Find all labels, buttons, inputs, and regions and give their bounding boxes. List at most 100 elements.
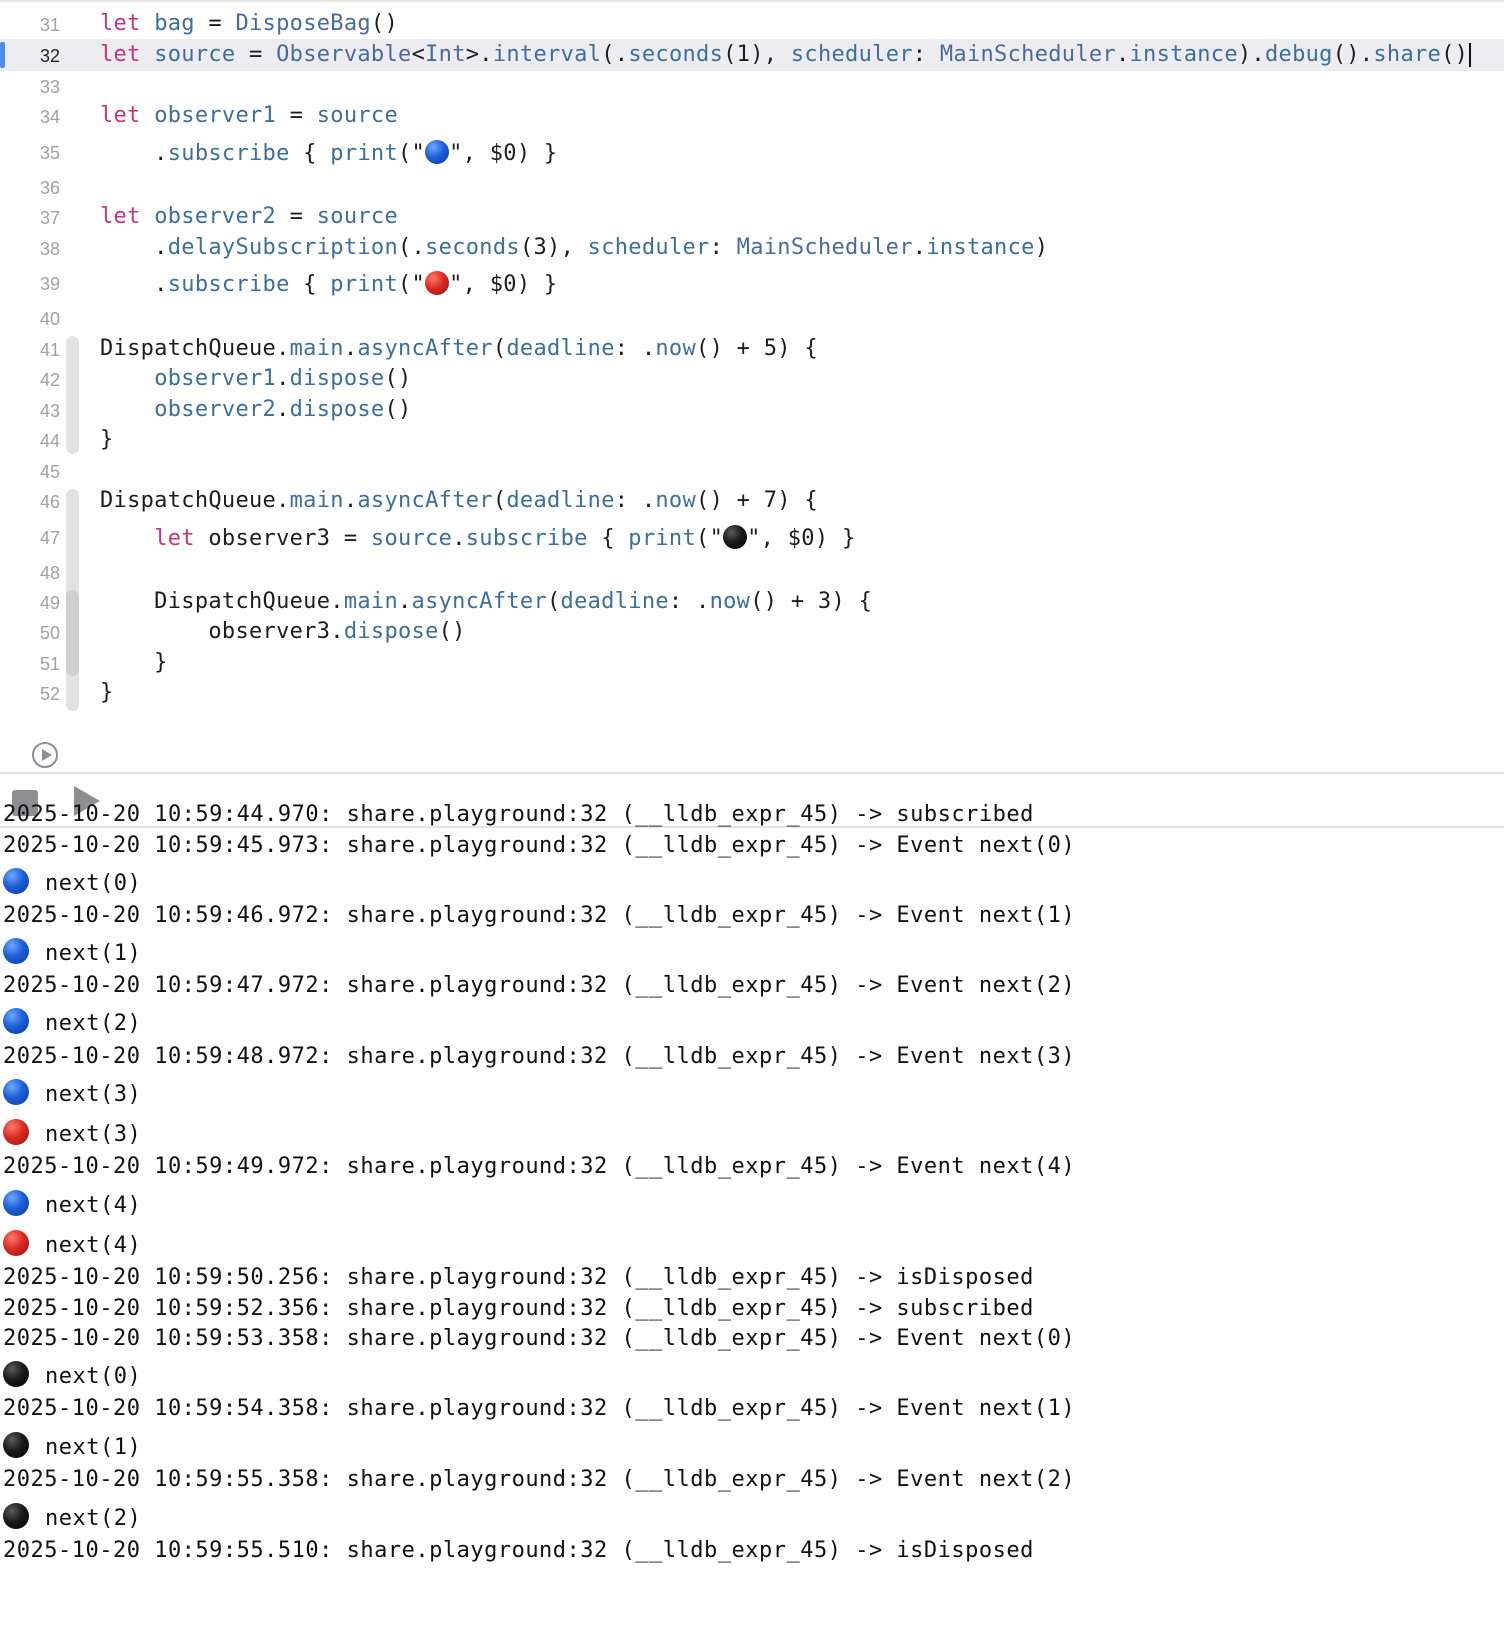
code-line-48[interactable]: 48 <box>0 556 1504 588</box>
code-token: (. <box>601 42 629 67</box>
code-text: .subscribe { print(" ", $0) } <box>100 271 557 297</box>
code-line-47[interactable]: 47 let observer3 = source.subscribe { pr… <box>0 521 1504 553</box>
code-token: (. <box>398 235 426 260</box>
code-line-38[interactable]: 38 .delaySubscription(.seconds(3), sched… <box>0 232 1504 264</box>
code-token: Observable <box>276 42 412 67</box>
code-token: . <box>912 235 927 260</box>
console-line: 2025-10-20 10:59:45.973: share.playgroun… <box>3 833 1075 858</box>
console-text: next(1) <box>45 941 142 966</box>
code-token: ( <box>492 336 507 361</box>
code-text: let source = Observable<Int>.interval(.s… <box>100 42 1472 67</box>
code-token: scheduler <box>790 42 913 67</box>
code-token: subscribe <box>167 141 290 166</box>
console-line: next(1) <box>3 1432 141 1460</box>
code-fold-ribbon[interactable] <box>66 590 79 676</box>
console-text: next(3) <box>45 1082 142 1107</box>
console-text: 2025-10-20 10:59:45.973: share.playgroun… <box>3 833 1076 858</box>
code-token: { <box>289 141 331 166</box>
console-line: next(2) <box>3 1008 141 1036</box>
code-token: share <box>1373 42 1442 67</box>
code-token: source <box>370 526 453 551</box>
console-line: 2025-10-20 10:59:53.358: share.playgroun… <box>3 1326 1075 1351</box>
code-token: ", $0) } <box>449 141 558 166</box>
code-line-45[interactable]: 45 <box>0 455 1504 487</box>
code-line-52[interactable]: 52} <box>0 677 1504 709</box>
code-token: main <box>289 488 344 513</box>
code-line-36[interactable]: 36 <box>0 171 1504 203</box>
code-token: deadline <box>506 336 615 361</box>
code-line-35[interactable]: 35 .subscribe { print(" ", $0) } <box>0 136 1504 168</box>
code-text: DispatchQueue.main.asyncAfter(deadline: … <box>100 337 818 361</box>
code-text: } <box>100 651 168 675</box>
code-line-41[interactable]: 41 DispatchQueue.main.asyncAfter(deadline… <box>0 333 1504 365</box>
line-number: 50 <box>39 623 60 643</box>
code-token: = <box>276 103 317 128</box>
code-text: let observer1 = source <box>100 104 398 128</box>
code-token: DispatchQueue. <box>100 488 290 513</box>
code-token: . <box>100 272 168 297</box>
code-token: () + 3) { <box>750 589 873 614</box>
code-token: (3), <box>519 235 588 260</box>
line-number: 47 <box>39 528 60 548</box>
code-token: ( <box>492 488 507 513</box>
code-text: observer2.dispose() <box>100 398 412 422</box>
code-line-31[interactable]: 31 let bag = DisposeBag() <box>0 8 1504 40</box>
console-text: 2025-10-20 10:59:53.358: share.playgroun… <box>3 1326 1076 1351</box>
code-line-33[interactable]: 33 <box>0 70 1504 102</box>
code-line-40[interactable]: 40 <box>0 302 1504 334</box>
run-to-line-icon[interactable] <box>32 742 58 768</box>
code-line-42[interactable]: 42 observer1.dispose() <box>0 363 1504 395</box>
code-line-32[interactable]: 32 let source = Observable<Int>.interval(… <box>0 39 1504 71</box>
console-line: 2025-10-20 10:59:52.356: share.playgroun… <box>3 1296 1034 1321</box>
code-token: (1), <box>723 42 791 67</box>
code-token: ). <box>1237 42 1265 67</box>
console-line: next(0) <box>3 868 141 896</box>
code-line-51[interactable]: 51 } <box>0 647 1504 679</box>
text-cursor <box>1469 43 1472 67</box>
blue-circle-emoji <box>3 1008 29 1034</box>
code-line-43[interactable]: 43 observer2.dispose() <box>0 394 1504 426</box>
code-editor[interactable]: 31 let bag = DisposeBag() 32 let source = O… <box>0 0 1504 772</box>
line-number: 45 <box>39 462 60 482</box>
code-token: deadline <box>560 589 669 614</box>
code-token: ", $0) } <box>449 272 558 297</box>
code-line-39[interactable]: 39 .subscribe { print(" ", $0) } <box>0 267 1504 299</box>
line-number: 39 <box>39 274 60 294</box>
line-number: 52 <box>39 684 60 704</box>
code-token: { <box>587 526 629 551</box>
code-line-37[interactable]: 37 let observer2 = source <box>0 201 1504 233</box>
line-number: 36 <box>39 178 60 198</box>
code-line-44[interactable]: 44} <box>0 424 1504 456</box>
code-token: let <box>100 11 155 36</box>
blue-circle-emoji <box>3 938 29 964</box>
console-text: next(3) <box>45 1122 142 1147</box>
code-token: observer1 <box>154 103 277 128</box>
console-text: 2025-10-20 10:59:55.358: share.playgroun… <box>3 1467 1076 1492</box>
console-output[interactable]: 2025-10-20 10:59:44.970: share.playgroun… <box>0 802 1504 1644</box>
black-circle-emoji <box>3 1361 29 1387</box>
code-token: () <box>384 366 412 391</box>
code-token: ( <box>547 589 561 614</box>
line-number: 48 <box>39 563 60 583</box>
code-token: () <box>384 397 412 422</box>
code-text: DispatchQueue.main.asyncAfter(deadline: … <box>100 590 872 614</box>
code-token: . <box>100 235 168 260</box>
code-token: } <box>100 680 114 705</box>
black-circle-emoji <box>723 525 748 549</box>
console-text: next(4) <box>45 1193 142 1218</box>
code-token: { <box>289 272 331 297</box>
line-number: 43 <box>39 401 60 421</box>
line-number: 33 <box>39 77 60 97</box>
code-token: . <box>276 397 290 422</box>
code-fold-ribbon[interactable] <box>66 336 79 454</box>
code-token: seconds <box>628 42 724 67</box>
blue-circle-emoji <box>3 1079 29 1105</box>
code-line-50[interactable]: 50 observer3.dispose() <box>0 616 1504 648</box>
code-line-46[interactable]: 46 DispatchQueue.main.asyncAfter(deadline… <box>0 485 1504 517</box>
code-line-49[interactable]: 49 DispatchQueue.main.asyncAfter(deadlin… <box>0 586 1504 618</box>
console-text: 2025-10-20 10:59:44.970: share.playgroun… <box>3 802 1034 827</box>
code-token: (" <box>696 526 724 551</box>
code-line-34[interactable]: 34 let observer1 = source <box>0 100 1504 132</box>
console-text: 2025-10-20 10:59:52.356: share.playgroun… <box>3 1296 1034 1321</box>
